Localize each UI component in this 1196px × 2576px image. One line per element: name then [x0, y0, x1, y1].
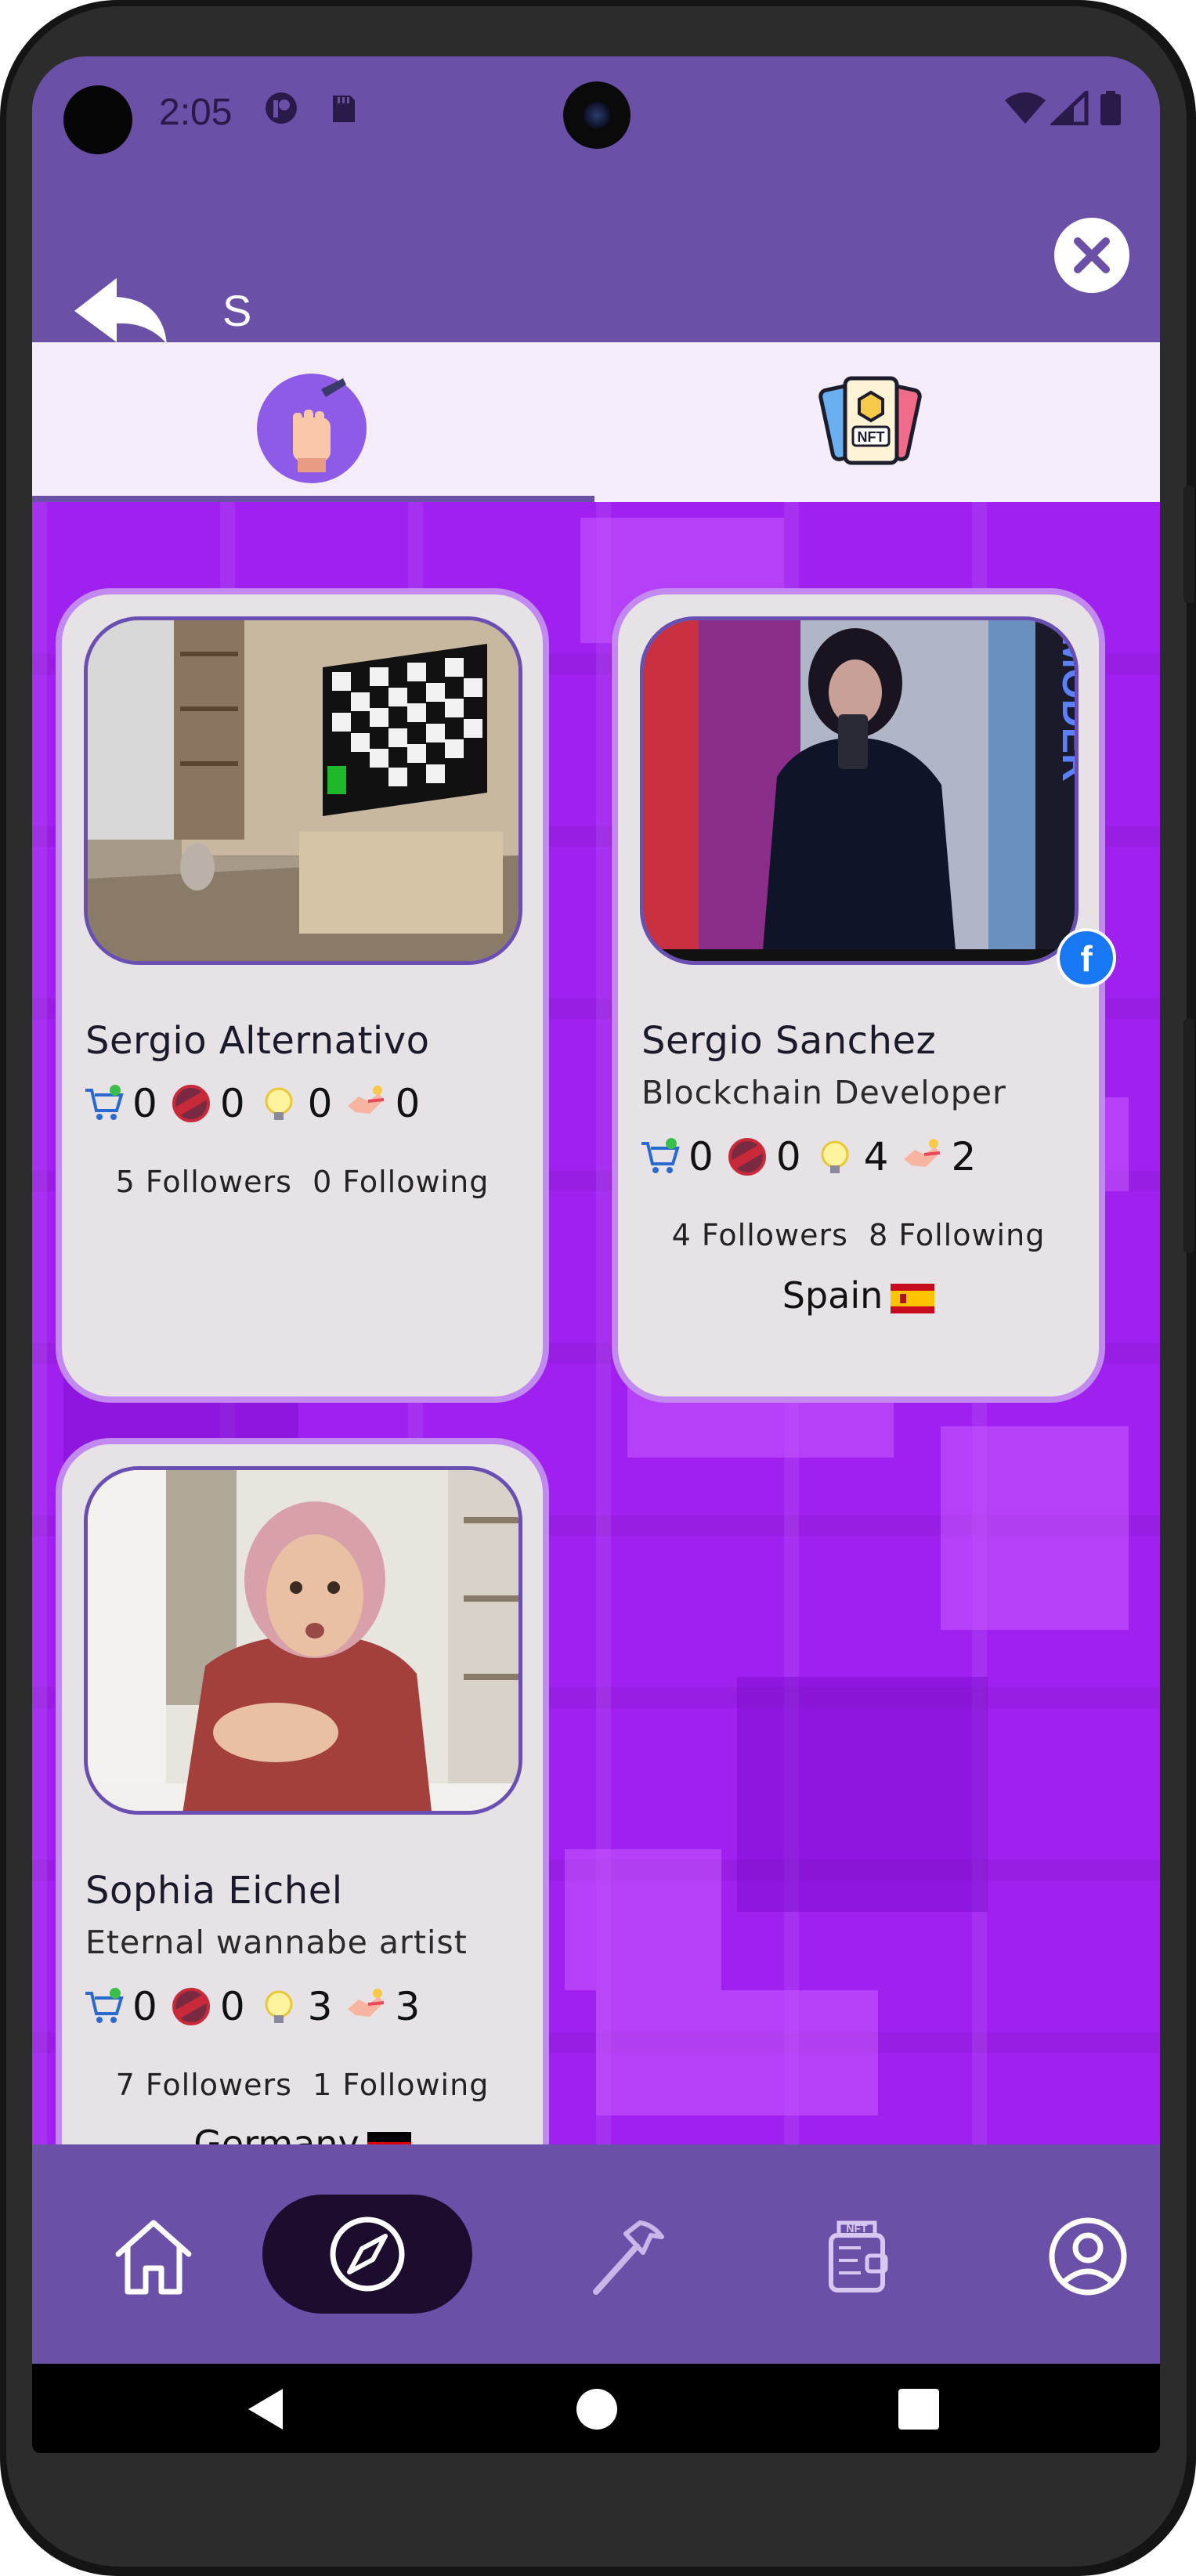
- nft-wallet-icon: NFT: [829, 2220, 888, 2292]
- system-navigation-bar: [32, 2364, 1160, 2453]
- stat-cart-value: 0: [132, 1984, 157, 2029]
- back-arrow-icon[interactable]: [70, 272, 172, 350]
- artist-stats: 0 0 3 3: [82, 1983, 432, 2030]
- wifi-icon: [1005, 92, 1046, 124]
- artist-stats: 0 0 0 0: [82, 1080, 432, 1127]
- nav-home[interactable]: [95, 2198, 212, 2315]
- stat-cart-value: 0: [132, 1081, 157, 1126]
- artist-card[interactable]: Sergio Alternativo 0 0 0 0 5 Followers 0…: [56, 588, 549, 1403]
- nav-explore[interactable]: [262, 2195, 472, 2314]
- stat-idea-value: 3: [307, 1984, 333, 2029]
- artist-stats: 0 0 4 2: [638, 1133, 988, 1180]
- artist-name: Sergio Alternativo: [85, 1019, 430, 1063]
- battery-icon: [1100, 91, 1121, 125]
- app-screen: 2:05 S NFT Sergio Alternativo 0 0 0 0 5 …: [32, 56, 1160, 2453]
- germany-flag-icon: [367, 2131, 411, 2144]
- svg-text:MODER: MODER: [1054, 636, 1079, 782]
- artist-name: Sergio Sanchez: [641, 1019, 937, 1063]
- stat-idea-value: 4: [863, 1134, 889, 1180]
- spain-flag-icon: [891, 1283, 935, 1313]
- facebook-badge[interactable]: f: [1057, 928, 1116, 988]
- home-icon: [115, 2220, 192, 2295]
- artist-bio: Eternal wannabe artist: [85, 1924, 468, 1961]
- clear-search-button[interactable]: [1054, 218, 1129, 293]
- stat-idea-value: 0: [307, 1081, 333, 1126]
- sold-stamp-icon: [728, 1138, 766, 1176]
- search-tabs: NFT: [32, 342, 1160, 502]
- sd-card-icon: [333, 96, 355, 122]
- tab-selected-indicator: [32, 496, 594, 502]
- artist-country: Spain: [618, 1274, 1099, 1317]
- status-avatar-dot: [63, 85, 132, 154]
- status-time: 2:05: [159, 92, 233, 133]
- search-query-text[interactable]: S: [222, 285, 251, 336]
- country-name: Spain: [782, 1274, 883, 1317]
- followers-count[interactable]: 4 Followers: [672, 1218, 848, 1252]
- nav-create[interactable]: [565, 2198, 682, 2315]
- handshake-icon: [348, 1989, 385, 2017]
- svg-text:NFT: NFT: [846, 2222, 868, 2235]
- compass-icon: [330, 2217, 405, 2292]
- status-bar: 2:05: [32, 56, 1160, 166]
- power-button: [1183, 486, 1194, 603]
- sold-stamp-icon: [172, 1988, 210, 2025]
- artist-country: Germany: [62, 2123, 543, 2144]
- idea-bulb-icon: [265, 1087, 293, 1120]
- tab-artists[interactable]: [32, 342, 596, 502]
- artist-name: Sophia Eichel: [85, 1869, 343, 1913]
- following-count[interactable]: 8 Following: [869, 1218, 1045, 1252]
- stat-sold-value: 0: [775, 1134, 801, 1180]
- artist-card[interactable]: Sophia Eichel Eternal wannabe artist 0 0…: [56, 1438, 549, 2144]
- front-camera: [563, 81, 631, 149]
- tab-nfts[interactable]: NFT: [596, 342, 1160, 502]
- handshake-icon: [904, 1139, 941, 1167]
- stat-sold-value: 0: [219, 1081, 245, 1126]
- artist-fist-brush-icon: [257, 374, 367, 483]
- handshake-icon: [348, 1086, 385, 1114]
- follow-counts: 5 Followers 0 Following: [62, 1165, 543, 1199]
- svg-text:NFT: NFT: [858, 429, 885, 445]
- close-icon: [1074, 237, 1110, 273]
- volume-button: [1183, 1018, 1194, 1253]
- stat-handshake-value: 0: [395, 1081, 421, 1126]
- system-back-icon[interactable]: [244, 2386, 291, 2433]
- stat-sold-value: 0: [219, 1984, 245, 2029]
- room-with-checkerboard-tv-photo: [84, 616, 522, 965]
- signal-icon: [1050, 91, 1089, 125]
- artist-bio: Blockchain Developer: [641, 1074, 1006, 1111]
- nav-wallet[interactable]: NFT: [798, 2198, 916, 2315]
- stat-handshake-value: 3: [395, 1984, 421, 2029]
- stat-cart-value: 0: [688, 1134, 714, 1180]
- country-name: Germany: [193, 2123, 360, 2144]
- artist-card[interactable]: MODER f Sergio Sanchez Blockchain Develo…: [612, 588, 1116, 1403]
- user-profile-icon: [1049, 2217, 1127, 2296]
- cart-icon: [85, 1085, 124, 1120]
- surprised-woman-photo: [84, 1466, 522, 1815]
- sold-stamp-icon: [172, 1085, 210, 1122]
- cart-icon: [641, 1138, 680, 1173]
- idea-bulb-icon: [821, 1140, 849, 1173]
- system-home-icon[interactable]: [573, 2386, 620, 2433]
- nft-cards-icon: NFT: [818, 376, 922, 465]
- followers-count[interactable]: 5 Followers: [116, 1165, 292, 1199]
- search-results: Sergio Alternativo 0 0 0 0 5 Followers 0…: [32, 502, 1160, 2144]
- following-count[interactable]: 0 Following: [313, 1165, 489, 1199]
- nav-profile[interactable]: [1029, 2198, 1147, 2315]
- hammer-icon: [593, 2220, 664, 2295]
- system-recents-icon[interactable]: [897, 2387, 941, 2431]
- notification-app-icon: [266, 92, 297, 124]
- cart-icon: [85, 1988, 124, 2023]
- woman-in-leather-jacket-photo: MODER: [640, 616, 1079, 965]
- phone-frame: 2:05 S NFT Sergio Alternativo 0 0 0 0 5 …: [0, 0, 1196, 2576]
- idea-bulb-icon: [265, 1990, 293, 2023]
- stat-handshake-value: 2: [951, 1134, 977, 1180]
- follow-counts: 7 Followers 1 Following: [62, 2068, 543, 2102]
- following-count[interactable]: 1 Following: [313, 2068, 489, 2102]
- followers-count[interactable]: 7 Followers: [116, 2068, 292, 2102]
- bottom-navigation: NFT: [32, 2144, 1160, 2364]
- follow-counts: 4 Followers 8 Following: [618, 1218, 1099, 1252]
